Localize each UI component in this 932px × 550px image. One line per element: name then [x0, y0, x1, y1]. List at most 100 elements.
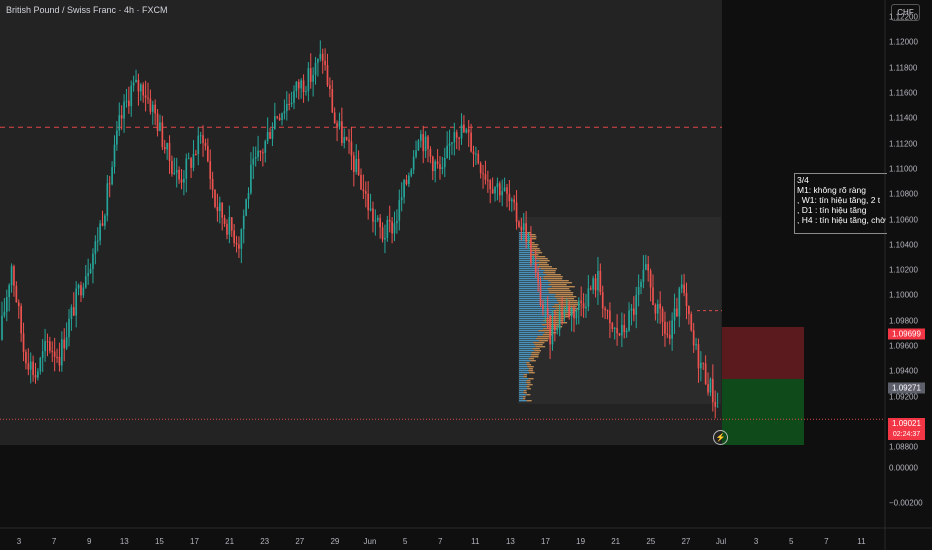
analysis-note[interactable]: 3/4 M1: không rõ ràng , W1: tín hiệu tăn…	[794, 173, 887, 234]
price-tick: 1.11400	[889, 113, 918, 123]
candle-body	[89, 268, 92, 274]
candle-body	[412, 156, 415, 170]
profile-bar-down	[522, 396, 526, 398]
candle-body	[659, 303, 662, 309]
candle-body	[391, 221, 393, 234]
candle-body	[192, 153, 195, 168]
candle-body	[216, 206, 219, 212]
candle-body	[80, 284, 82, 296]
profile-bar-down	[554, 296, 577, 298]
candle-body	[549, 315, 551, 345]
candle-body	[348, 139, 350, 142]
candle-body	[695, 344, 697, 346]
profile-bar-up	[519, 296, 555, 298]
profile-bar-up	[519, 298, 557, 300]
candle-body	[640, 281, 642, 288]
price-tick: −0.00200	[889, 498, 923, 508]
candle-body	[302, 80, 305, 93]
candle-body	[271, 129, 274, 139]
candle-body	[17, 302, 20, 307]
chart-title[interactable]: British Pound / Swiss Franc · 4h · FXCM	[6, 5, 168, 15]
candle-body	[159, 122, 161, 131]
time-tick: 19	[576, 537, 586, 546]
candle-body	[13, 266, 15, 286]
profile-bar-up	[519, 326, 547, 328]
candle-body	[498, 183, 501, 196]
profile-bar-up	[519, 288, 548, 290]
candle-body	[384, 237, 386, 240]
candle-body	[393, 223, 396, 234]
candle-body	[714, 401, 717, 407]
candle-body	[716, 406, 719, 408]
profile-bar-down	[539, 260, 550, 262]
candle-body	[561, 312, 563, 315]
candle-body	[680, 284, 683, 289]
profile-bar-up	[519, 386, 527, 388]
candle-body	[649, 270, 652, 288]
time-tick: 7	[824, 537, 829, 546]
price-chart[interactable]	[0, 0, 932, 550]
candle-body	[702, 362, 705, 364]
price-tick: 1.09400	[889, 366, 918, 376]
candle-body	[5, 297, 8, 312]
candle-body	[118, 115, 121, 131]
candle-body	[211, 178, 214, 190]
candle-body	[455, 132, 458, 138]
candle-body	[563, 309, 566, 315]
profile-bar-up	[519, 276, 544, 278]
candle-body	[178, 169, 180, 180]
take-profit-zone	[722, 379, 804, 445]
profile-bar-up	[519, 286, 552, 288]
lightning-icon[interactable]: ⚡	[713, 430, 728, 445]
stop-loss-zone	[722, 327, 804, 379]
profile-bar-up	[519, 330, 539, 332]
candle-body	[204, 143, 207, 147]
candle-body	[104, 215, 106, 226]
candle-body	[542, 305, 544, 310]
profile-bar-down	[537, 336, 550, 338]
price-tick: 0.00000	[889, 463, 918, 473]
profile-bar-up	[519, 320, 544, 322]
profile-bar-down	[533, 342, 545, 344]
profile-bar-down	[530, 356, 539, 358]
candle-body	[573, 308, 575, 319]
candle-body	[238, 244, 240, 249]
candle-body	[558, 312, 561, 330]
candle-body	[676, 308, 678, 317]
stop-price-label: 1.09699	[888, 328, 925, 340]
candle-body	[293, 91, 295, 103]
price-tick: 1.08800	[889, 442, 918, 452]
candle-body	[494, 187, 496, 194]
profile-bar-up	[519, 336, 538, 338]
candle-body	[247, 193, 250, 200]
time-tick: 17	[541, 537, 550, 546]
candle-body	[685, 292, 688, 306]
profile-bar-down	[530, 254, 539, 256]
candle-body	[233, 230, 235, 243]
candle-body	[357, 158, 360, 175]
candle-body	[56, 356, 58, 358]
candle-body	[154, 104, 157, 114]
candle-body	[297, 81, 300, 89]
price-tick: 1.11200	[889, 139, 918, 149]
profile-bar-up	[519, 254, 531, 256]
candle-body	[168, 142, 171, 161]
candle-body	[96, 240, 99, 242]
candle-body	[570, 308, 573, 317]
candle-body	[309, 68, 312, 82]
candle-body	[116, 130, 118, 145]
profile-bar-down	[528, 378, 534, 380]
candle-body	[171, 160, 173, 175]
profile-bar-down	[551, 286, 575, 288]
candle-body	[446, 145, 448, 159]
candle-body	[621, 324, 623, 336]
candle-body	[285, 103, 288, 112]
candle-body	[1, 315, 3, 340]
profile-bar-up	[519, 270, 545, 272]
candle-body	[317, 58, 319, 63]
candle-body	[226, 223, 228, 235]
candle-body	[683, 284, 685, 293]
candle-body	[41, 351, 44, 359]
candle-body	[520, 226, 523, 231]
candle-body	[534, 262, 537, 273]
